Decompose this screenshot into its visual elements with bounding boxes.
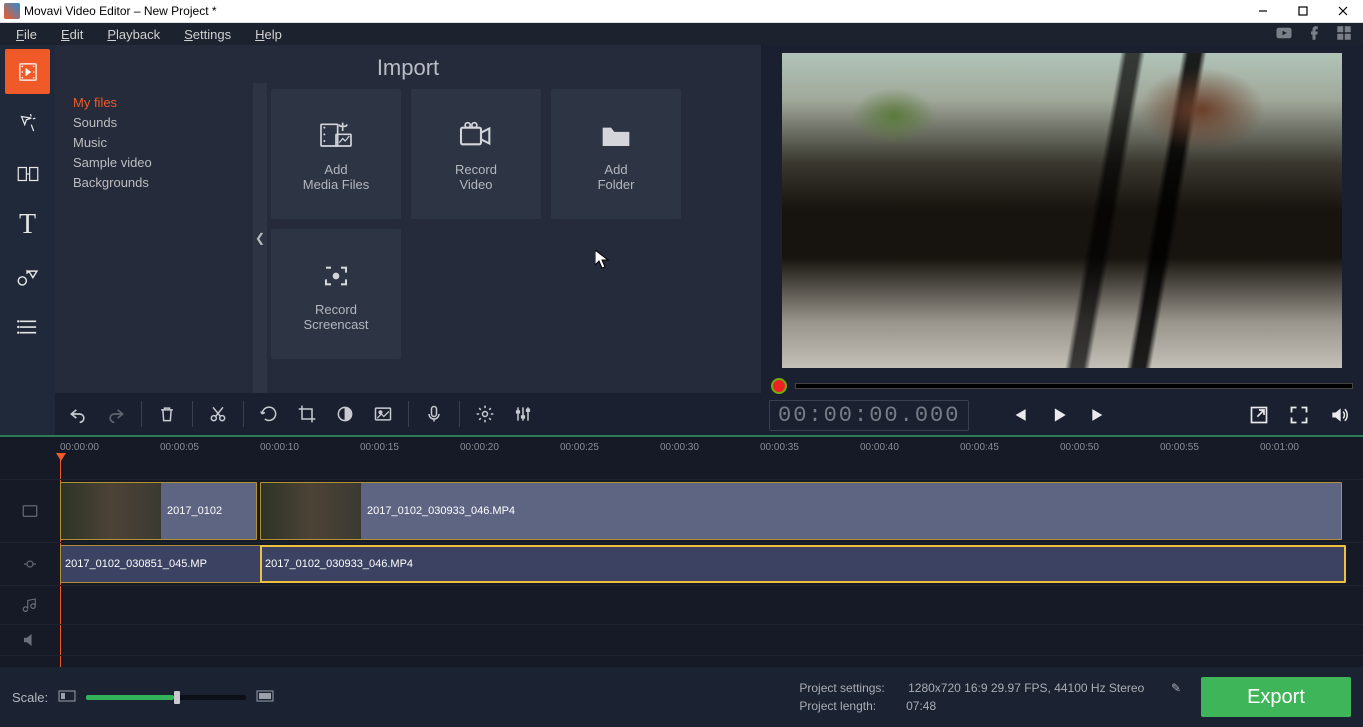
- tool-import[interactable]: [5, 49, 50, 94]
- delete-button[interactable]: [150, 397, 184, 431]
- audio-clip-1[interactable]: 2017_0102_030851_045.MP: [60, 545, 261, 583]
- preview-frame[interactable]: [782, 53, 1342, 368]
- timeline-ruler[interactable]: 00:00:0000:00:0500:00:1000:00:1500:00:20…: [0, 437, 1363, 457]
- menu-bar: File Edit Playback Settings Help: [0, 23, 1363, 45]
- menu-playback[interactable]: Playback: [95, 23, 172, 45]
- undo-button[interactable]: [61, 397, 95, 431]
- menu-file[interactable]: File: [4, 23, 49, 45]
- scrub-bar[interactable]: [795, 383, 1353, 389]
- video-clip-1[interactable]: 2017_0102: [60, 482, 257, 540]
- clip-properties-button[interactable]: [468, 397, 502, 431]
- tile-record-screencast[interactable]: RecordScreencast: [271, 229, 401, 359]
- track-headers: [0, 457, 60, 667]
- audio-clip-2[interactable]: 2017_0102_030933_046.MP4: [260, 545, 1346, 583]
- music-track-header[interactable]: [0, 586, 60, 625]
- tool-filters[interactable]: [5, 100, 50, 145]
- volume-button[interactable]: [1323, 399, 1355, 431]
- redo-button[interactable]: [99, 397, 133, 431]
- maximize-button[interactable]: [1283, 0, 1323, 22]
- tile-rec-scr-l2: Screencast: [303, 317, 368, 332]
- color-adjust-button[interactable]: [328, 397, 362, 431]
- crop-button[interactable]: [290, 397, 324, 431]
- facebook-icon[interactable]: [1305, 24, 1323, 45]
- linked-audio-track[interactable]: 2017_0102_030851_045.MP 2017_0102_030933…: [60, 543, 1363, 586]
- transport-bar: 00:00:00.000: [761, 395, 1363, 435]
- cat-backgrounds[interactable]: Backgrounds: [73, 173, 253, 193]
- extra-audio-track[interactable]: [60, 625, 1363, 656]
- import-categories: My files Sounds Music Sample video Backg…: [55, 83, 253, 393]
- menu-settings[interactable]: Settings: [172, 23, 243, 45]
- preview-column: 00:00:00.000: [761, 45, 1363, 435]
- gallery-icon[interactable]: [1335, 24, 1353, 45]
- record-voice-button[interactable]: [417, 397, 451, 431]
- main-area: T Import My files Sounds Music Sample vi…: [0, 45, 1363, 435]
- video-preview: [761, 45, 1363, 376]
- scale-control: Scale:: [12, 690, 274, 705]
- zoom-out-icon[interactable]: [58, 690, 76, 705]
- menu-edit[interactable]: Edit: [49, 23, 95, 45]
- tile-rec-vid-l2: Video: [459, 177, 492, 192]
- project-info: Project settings: 1280x720 16:9 29.97 FP…: [799, 681, 1181, 713]
- rotate-button[interactable]: [252, 397, 286, 431]
- tile-add-folder[interactable]: AddFolder: [551, 89, 681, 219]
- prev-frame-button[interactable]: [1003, 399, 1035, 431]
- import-tiles: AddMedia Files RecordVideo AddFolder Rec…: [267, 83, 761, 393]
- collapse-categories[interactable]: ❮: [253, 83, 267, 393]
- tile-add-media-l2: Media Files: [303, 177, 369, 192]
- minimize-button[interactable]: [1243, 0, 1283, 22]
- video-track[interactable]: 2017_0102 2017_0102_030933_046.MP4: [60, 480, 1363, 543]
- tile-add-media[interactable]: AddMedia Files: [271, 89, 401, 219]
- timeline-panel: 00:00:0000:00:0500:00:1000:00:1500:00:20…: [0, 435, 1363, 667]
- import-heading: Import: [55, 55, 761, 81]
- scale-label: Scale:: [12, 690, 48, 705]
- fullscreen-button[interactable]: [1283, 399, 1315, 431]
- music-track[interactable]: [60, 586, 1363, 625]
- cat-sample-video[interactable]: Sample video: [73, 153, 253, 173]
- tool-titles[interactable]: T: [5, 202, 50, 247]
- cat-my-files[interactable]: My files: [73, 93, 253, 113]
- linked-audio-track-header[interactable]: [0, 543, 60, 586]
- edit-toolbar: [55, 393, 761, 435]
- track-body[interactable]: 2017_0102 2017_0102_030933_046.MP4 2017_…: [60, 457, 1363, 667]
- cat-music[interactable]: Music: [73, 133, 253, 153]
- zoom-in-icon[interactable]: [256, 690, 274, 705]
- import-panel: Import My files Sounds Music Sample vide…: [55, 45, 761, 393]
- app-icon: [4, 3, 20, 19]
- tile-add-media-l1: Add: [324, 162, 347, 177]
- tile-rec-vid-l1: Record: [455, 162, 497, 177]
- scale-slider[interactable]: [86, 695, 246, 700]
- equalizer-button[interactable]: [506, 397, 540, 431]
- video-track-header[interactable]: [0, 480, 60, 543]
- cut-button[interactable]: [201, 397, 235, 431]
- detach-preview-button[interactable]: [1243, 399, 1275, 431]
- export-button[interactable]: Export: [1201, 677, 1351, 717]
- tool-transitions[interactable]: [5, 151, 50, 196]
- menu-help[interactable]: Help: [243, 23, 294, 45]
- tool-callouts[interactable]: [5, 253, 50, 298]
- video-clip-2[interactable]: 2017_0102_030933_046.MP4: [260, 482, 1342, 540]
- next-frame-button[interactable]: [1083, 399, 1115, 431]
- preview-scrubber: [761, 376, 1363, 395]
- cat-sounds[interactable]: Sounds: [73, 113, 253, 133]
- close-button[interactable]: [1323, 0, 1363, 22]
- record-indicator-icon: [771, 378, 787, 394]
- tile-rec-scr-l1: Record: [315, 302, 357, 317]
- title-bar: Movavi Video Editor – New Project *: [0, 0, 1363, 23]
- tile-add-folder-l1: Add: [604, 162, 627, 177]
- tile-record-video[interactable]: RecordVideo: [411, 89, 541, 219]
- center-column: Import My files Sounds Music Sample vide…: [55, 45, 761, 435]
- highlight-button[interactable]: [366, 397, 400, 431]
- left-toolbar: T: [0, 45, 55, 435]
- play-button[interactable]: [1043, 399, 1075, 431]
- edit-settings-icon[interactable]: ✎: [1171, 681, 1181, 695]
- timecode-display[interactable]: 00:00:00.000: [769, 400, 969, 431]
- tool-more[interactable]: [5, 304, 50, 349]
- status-bar: Scale: Project settings: 1280x720 16:9 2…: [0, 667, 1363, 727]
- window-title: Movavi Video Editor – New Project *: [24, 4, 217, 18]
- extra-audio-track-header[interactable]: [0, 625, 60, 656]
- overlay-track[interactable]: [60, 457, 1363, 480]
- youtube-icon[interactable]: [1275, 24, 1293, 45]
- tile-add-folder-l2: Folder: [598, 177, 635, 192]
